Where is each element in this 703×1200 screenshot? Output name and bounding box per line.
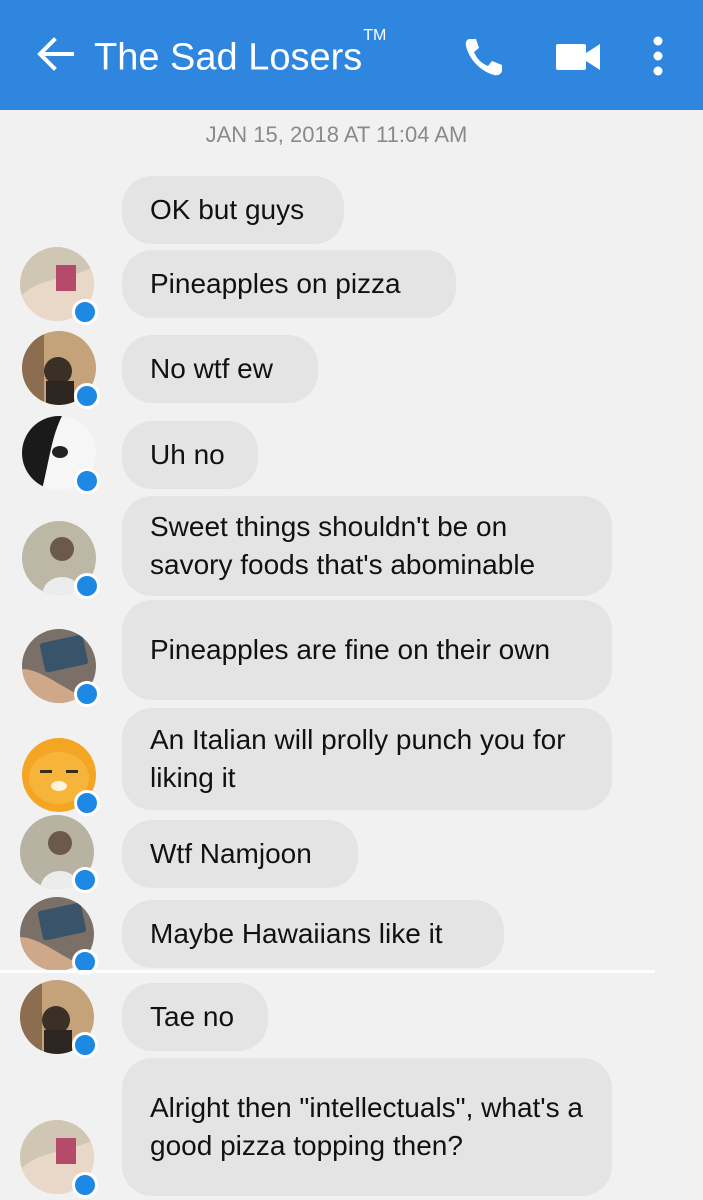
messenger-badge-icon [74,681,100,707]
messenger-badge-icon [72,299,98,325]
message-bubble[interactable]: Pineapples on pizza [122,250,456,318]
messenger-badge-icon [74,573,100,599]
avatar[interactable] [22,738,100,816]
more-vertical-icon[interactable] [646,34,670,78]
message-bubble[interactable]: No wtf ew [122,335,318,403]
chat-header: The Sad LosersTM [0,0,703,110]
avatar[interactable] [22,521,100,599]
messenger-badge-icon [74,383,100,409]
avatar[interactable] [20,247,98,325]
trademark-mark: TM [363,27,387,44]
avatar[interactable] [22,629,100,707]
messenger-badge-icon [74,468,100,494]
message-bubble[interactable]: Alright then "intellectuals", what's a g… [122,1058,612,1196]
divider [0,970,655,973]
conversation-title[interactable]: The Sad LosersTM [94,27,387,82]
message-bubble[interactable]: An Italian will prolly punch you for lik… [122,708,612,810]
message-bubble[interactable]: OK but guys [122,176,344,244]
avatar[interactable] [22,331,100,409]
avatar[interactable] [20,980,98,1058]
message-bubble[interactable]: Sweet things shouldn't be on savory food… [122,496,612,596]
message-timestamp: JAN 15, 2018 AT 11:04 AM [205,122,468,147]
messenger-badge-icon [74,790,100,816]
avatar[interactable] [22,416,100,494]
messenger-badge-icon [72,1032,98,1058]
arrow-left-icon[interactable] [36,34,76,74]
messenger-badge-icon [72,1172,98,1198]
message-bubble[interactable]: Maybe Hawaiians like it [122,900,504,968]
avatar[interactable] [20,815,98,893]
conversation-title-text: The Sad Losers [94,36,363,79]
message-bubble[interactable]: Tae no [122,983,268,1051]
message-bubble[interactable]: Pineapples are fine on their own [122,600,612,700]
avatar[interactable] [20,1120,98,1198]
message-bubble[interactable]: Wtf Namjoon [122,820,358,888]
phone-icon[interactable] [462,35,506,79]
video-camera-icon[interactable] [556,40,602,74]
message-bubble[interactable]: Uh no [122,421,258,489]
messenger-badge-icon [72,867,98,893]
avatar[interactable] [20,897,98,975]
